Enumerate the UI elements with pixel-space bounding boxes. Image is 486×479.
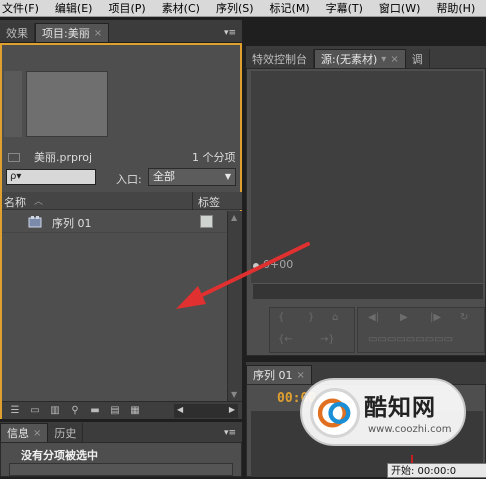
tab-effects[interactable]: 效果 (0, 23, 35, 42)
close-icon[interactable]: × (94, 28, 102, 39)
sequence-icon (28, 216, 42, 228)
transport-controls-right: ◀| ▶ |▶ ↻ ▭▭▭▭▭▭▭▭▭ (357, 307, 485, 353)
panel-menu-icon[interactable]: ▾≡ (224, 28, 236, 38)
item-count: 1 个分项 (192, 151, 236, 164)
close-icon[interactable]: × (33, 428, 41, 439)
entry-dropdown[interactable]: 全部 ▼ (148, 168, 236, 186)
play-icon[interactable]: ▶ (400, 312, 408, 323)
tab-audio-mixer-label: 调 (411, 52, 423, 66)
scroll-down-icon[interactable]: ▼ (231, 390, 237, 399)
timecode-indicator (253, 263, 259, 269)
tab-info-label: 信息 (7, 427, 29, 440)
project-panel: 美丽.prproj 1 个分项 ρ▾ 入口: 全部 ▼ 名称 ︿ 标签 序列 0… (0, 43, 242, 419)
tab-project[interactable]: 项目:美丽 × (35, 23, 110, 42)
watermark-brand: 酷知网 (364, 395, 436, 421)
folder-icon (8, 153, 20, 162)
tab-sequence-label: 序列 01 (253, 369, 293, 382)
step-forward-icon[interactable]: |▶ (430, 312, 441, 323)
menu-title[interactable]: 字幕(T) (326, 0, 363, 16)
find-icon[interactable]: ⚲ (68, 405, 82, 416)
step-back-icon[interactable]: ◀| (368, 312, 379, 323)
list-item[interactable]: 序列 01 (2, 211, 227, 233)
column-label[interactable]: 标签 (198, 194, 220, 210)
menu-marker[interactable]: 标记(M) (270, 0, 310, 16)
column-divider[interactable] (192, 192, 193, 210)
preview-thumbnail (26, 71, 108, 137)
automate-icon[interactable]: ▥ (48, 405, 62, 416)
project-toolbar: ☰ ▭ ▥ ⚲ ▬ ▤ ▦ ◀ ▶ (2, 401, 242, 419)
source-tabbar: 特效控制台 源:(无素材) ▾ × 调 (246, 46, 486, 68)
loop-icon[interactable]: ↻ (460, 312, 468, 323)
close-icon[interactable]: × (390, 54, 398, 65)
scroll-up-icon[interactable]: ▲ (231, 213, 237, 222)
menu-bar: 文件(F) 编辑(E) 项目(P) 素材(C) 序列(S) 标记(M) 字幕(T… (0, 0, 486, 17)
tab-effect-controls[interactable]: 特效控制台 (246, 49, 314, 68)
tab-info[interactable]: 信息 × (0, 423, 49, 442)
sequence-name: 序列 01 (52, 217, 92, 230)
search-input[interactable]: ρ▾ (6, 169, 96, 185)
column-name[interactable]: 名称 (4, 194, 26, 210)
column-header: 名称 ︿ 标签 (2, 192, 242, 210)
info-panel: 没有分项被选中 (0, 442, 242, 477)
source-viewer (251, 71, 483, 283)
tab-effect-controls-label: 特效控制台 (252, 52, 307, 66)
project-filename: 美丽.prproj (34, 151, 93, 164)
entry-value: 全部 (153, 170, 175, 183)
list-view-icon[interactable]: ☰ (8, 405, 22, 416)
icon-view-icon[interactable]: ▭ (28, 405, 42, 416)
source-timecode[interactable]: 0+00 (263, 258, 293, 271)
source-menu-icon[interactable]: ▾ (381, 54, 386, 65)
menu-help[interactable]: 帮助(H) (436, 0, 475, 16)
source-monitor-panel: 0+00 { } ⌂ {← →} ◀| ▶ |▶ ↻ ▭▭▭▭▭▭▭▭▭ (246, 68, 486, 356)
project-tabbar: 效果 项目:美丽 × ▾≡ (0, 20, 242, 42)
watermark: 酷知网 www.coozhi.com (300, 378, 466, 446)
info-tabbar: 信息 × 历史 ▾≡ (0, 422, 242, 442)
tab-audio-mixer[interactable]: 调 (405, 49, 430, 68)
coozhi-logo-icon (310, 388, 360, 438)
preview-side-strip (4, 71, 22, 137)
info-message: 没有分项被选中 (21, 449, 98, 462)
scroll-right-icon[interactable]: ▶ (229, 405, 235, 414)
mark-out-icon[interactable]: } (308, 312, 314, 323)
vertical-scrollbar[interactable]: ▲ ▼ (227, 211, 242, 401)
menu-sequence[interactable]: 序列(S) (216, 0, 254, 16)
tab-source-label: 源:(无素材) (321, 53, 378, 66)
menu-edit[interactable]: 编辑(E) (55, 0, 93, 16)
label-color-swatch[interactable] (200, 215, 213, 228)
transport-controls-left: { } ⌂ {← →} (269, 307, 355, 353)
new-item-icon[interactable]: ▤ (108, 405, 122, 416)
tab-history-label: 历史 (54, 426, 77, 440)
shuttle-control[interactable]: ▭▭▭▭▭▭▭▭▭ (368, 334, 453, 345)
dropdown-arrow-icon: ▼ (224, 172, 231, 181)
tab-sequence-01[interactable]: 序列 01 × (246, 365, 312, 384)
watermark-url: www.coozhi.com (368, 424, 452, 435)
scroll-left-icon[interactable]: ◀ (177, 405, 183, 414)
mark-in-icon[interactable]: { (278, 312, 284, 323)
menu-window[interactable]: 窗口(W) (379, 0, 420, 16)
start-time-tooltip: 开始: 00:00:0 (387, 463, 486, 478)
marker-icon[interactable]: ⌂ (332, 312, 338, 323)
tab-effects-label: 效果 (6, 26, 28, 40)
entry-label: 入口: (116, 173, 142, 186)
tab-project-label: 项目:美丽 (42, 27, 90, 40)
tab-source[interactable]: 源:(无素材) ▾ × (314, 49, 406, 68)
menu-file[interactable]: 文件(F) (2, 0, 39, 16)
close-icon[interactable]: × (297, 370, 305, 381)
info-detail-box (9, 463, 233, 476)
tab-history[interactable]: 历史 (48, 423, 84, 442)
sort-ascending-icon: ︿ (34, 197, 44, 207)
clear-icon[interactable]: ▦ (128, 405, 142, 416)
go-to-out-icon[interactable]: →} (320, 334, 335, 345)
new-bin-icon[interactable]: ▬ (88, 405, 102, 416)
go-to-in-icon[interactable]: {← (278, 334, 293, 345)
horizontal-scrollbar[interactable]: ◀ ▶ (174, 403, 238, 418)
panel-menu-icon[interactable]: ▾≡ (224, 428, 236, 438)
menu-clip[interactable]: 素材(C) (162, 0, 200, 16)
menu-project[interactable]: 项目(P) (108, 0, 145, 16)
source-time-ruler[interactable] (253, 283, 483, 299)
